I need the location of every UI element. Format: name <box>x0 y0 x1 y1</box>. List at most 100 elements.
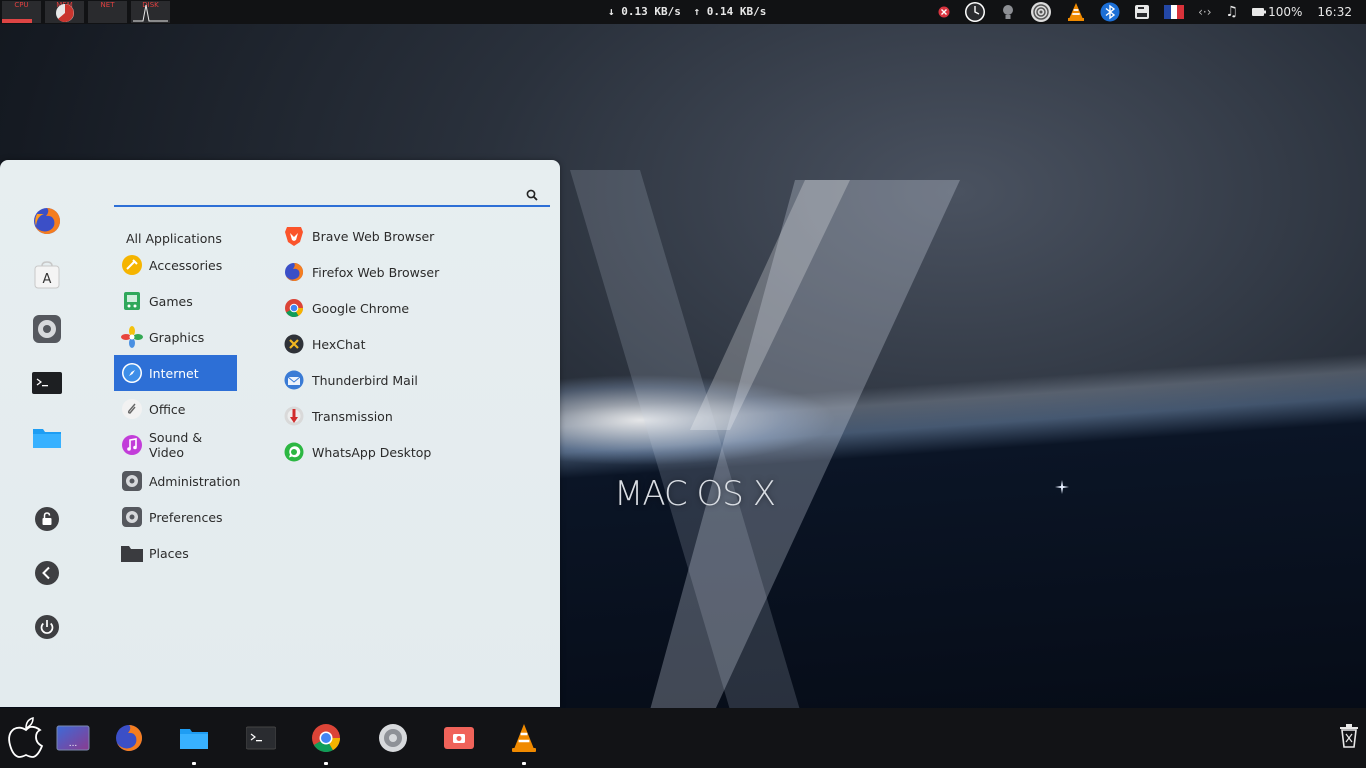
brightness-icon[interactable] <box>1000 0 1016 24</box>
preferences-icon <box>121 506 143 528</box>
app-label: Brave Web Browser <box>312 228 435 244</box>
firefox-icon <box>116 725 142 751</box>
settings-icon <box>33 315 61 343</box>
category-label: Graphics <box>149 329 205 345</box>
app-whatsapp[interactable]: WhatsApp Desktop <box>282 434 542 470</box>
favorites-sidebar: A <box>0 160 94 707</box>
application-menu: A All Applications Accessories Games Gra… <box>0 160 560 707</box>
places-folder-icon <box>121 542 143 564</box>
lock-screen-button[interactable] <box>29 501 65 537</box>
hexchat-icon <box>283 333 305 355</box>
administration-icon <box>121 470 143 492</box>
category-places[interactable]: Places <box>114 535 237 571</box>
lock-icon <box>35 507 59 531</box>
cpu-monitor-label: CPU <box>14 1 29 9</box>
category-label: Places <box>149 545 189 561</box>
bluetooth-icon[interactable] <box>1100 0 1120 24</box>
apple-menu-icon <box>8 717 44 758</box>
sound-video-icon <box>121 434 143 456</box>
app-chrome[interactable]: Google Chrome <box>282 290 542 326</box>
category-office[interactable]: Office <box>114 391 237 427</box>
favorite-folder[interactable] <box>29 419 65 455</box>
power-icon <box>35 615 59 639</box>
menu-search-input[interactable] <box>118 186 518 204</box>
office-icon <box>121 398 143 420</box>
favorite-terminal[interactable] <box>29 365 65 401</box>
chrome-icon <box>312 724 340 752</box>
app-brave[interactable]: Brave Web Browser <box>282 218 542 254</box>
dock-screenshot[interactable] <box>439 718 479 758</box>
category-label: Accessories <box>149 257 223 273</box>
battery-indicator[interactable]: 100% <box>1252 0 1302 24</box>
category-label: Office <box>149 401 186 417</box>
category-graphics[interactable]: Graphics <box>114 319 237 355</box>
wallpaper-x-logo <box>570 170 960 710</box>
category-accessories[interactable]: Accessories <box>114 247 237 283</box>
close-circle-icon[interactable] <box>938 0 950 24</box>
music-icon[interactable]: ♫ <box>1226 0 1239 24</box>
dock-terminal[interactable] <box>241 718 281 758</box>
category-sound-video[interactable]: Sound & Video <box>114 427 237 463</box>
app-firefox[interactable]: Firefox Web Browser <box>282 254 542 290</box>
files-icon <box>180 729 208 749</box>
category-games[interactable]: Games <box>114 283 237 319</box>
dock-firefox[interactable] <box>109 718 149 758</box>
dock-settings[interactable] <box>373 718 413 758</box>
network-speed: ↓ 0.13 KB/s ↑ 0.14 KB/s <box>608 0 766 24</box>
network-monitor[interactable]: NET <box>88 1 127 23</box>
screenshot-icon <box>444 727 474 749</box>
category-label: All Applications <box>126 230 222 246</box>
dock: ... <box>0 708 1366 768</box>
disk-monitor[interactable]: DISK <box>131 1 170 23</box>
clock-icon[interactable] <box>964 0 986 24</box>
wallpaper-star <box>1055 480 1069 494</box>
logout-button[interactable] <box>29 555 65 591</box>
app-label: HexChat <box>312 336 366 352</box>
memory-monitor[interactable]: MEM <box>45 1 84 23</box>
app-label: Google Chrome <box>312 300 410 316</box>
app-thunderbird[interactable]: Thunderbird Mail <box>282 362 542 398</box>
app-label: Thunderbird Mail <box>312 372 418 388</box>
clock[interactable]: 16:32 <box>1317 5 1352 19</box>
drive-icon[interactable] <box>1134 0 1150 24</box>
firefox-icon <box>283 261 305 283</box>
app-label: Firefox Web Browser <box>312 264 440 280</box>
code-icon[interactable]: ‹·› <box>1198 0 1211 24</box>
games-icon <box>121 290 143 312</box>
app-hexchat[interactable]: HexChat <box>282 326 542 362</box>
dock-files[interactable] <box>174 718 214 765</box>
dock-chrome[interactable] <box>306 718 346 765</box>
category-preferences[interactable]: Preferences <box>114 499 237 535</box>
category-administration[interactable]: Administration <box>114 463 240 499</box>
cpu-monitor[interactable]: CPU <box>2 1 41 23</box>
accessories-icon <box>121 254 143 276</box>
fr-flag-icon[interactable] <box>1164 0 1185 24</box>
logout-icon <box>35 561 59 585</box>
memory-pie-icon <box>56 4 74 22</box>
wifi-icon[interactable] <box>1030 0 1052 24</box>
terminal-icon <box>246 726 276 750</box>
power-button[interactable] <box>29 609 65 645</box>
favorite-software-center[interactable]: A <box>29 257 65 293</box>
favorite-settings[interactable] <box>29 311 65 347</box>
brave-icon <box>283 225 305 247</box>
search-icon[interactable] <box>526 189 538 201</box>
svg-text:...: ... <box>69 739 78 749</box>
category-internet[interactable]: Internet <box>114 355 237 391</box>
running-indicator <box>324 762 328 765</box>
dock-trash[interactable] <box>1338 724 1360 752</box>
workspace-switcher[interactable]: ... <box>53 718 93 758</box>
category-label: Preferences <box>149 509 223 525</box>
app-label: Transmission <box>312 408 393 424</box>
disk-graph-icon <box>133 4 168 22</box>
favorite-firefox[interactable] <box>29 203 65 239</box>
software-center-icon: A <box>34 261 60 289</box>
dock-vlc[interactable] <box>504 718 544 765</box>
cpu-monitor-graph <box>2 19 32 23</box>
network-monitor-label: NET <box>100 1 115 9</box>
app-transmission[interactable]: Transmission <box>282 398 542 434</box>
vlc-icon[interactable] <box>1066 0 1086 24</box>
system-monitors: CPU MEM NET DISK <box>0 0 172 24</box>
svg-text:A: A <box>43 272 52 287</box>
apple-menu-button[interactable] <box>4 714 48 762</box>
